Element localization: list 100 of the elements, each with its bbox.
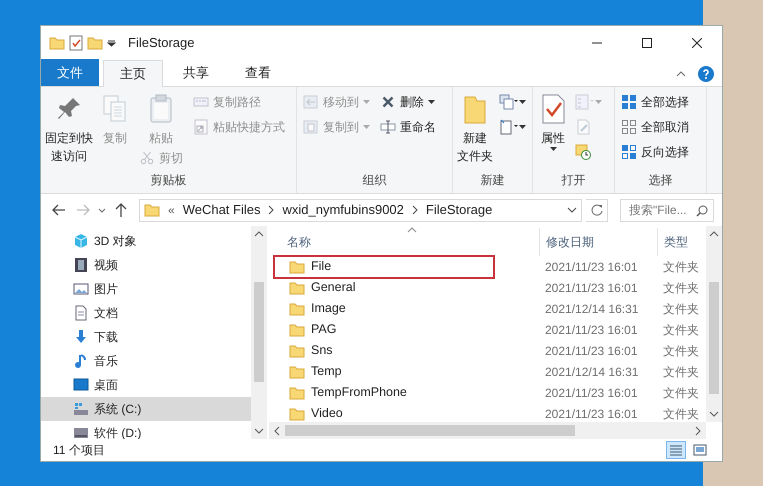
window-title: FileStorage bbox=[128, 34, 194, 52]
breadcrumb-overflow[interactable]: « bbox=[168, 201, 175, 219]
ribbon-button[interactable]: 删除 bbox=[376, 91, 440, 113]
address-field[interactable]: « WeChat Files wxid_nymfubins9002 FileStorage bbox=[139, 198, 582, 222]
collapse-ribbon-icon[interactable] bbox=[676, 71, 686, 77]
chevron-right-icon bbox=[412, 205, 418, 215]
folder-icon bbox=[289, 322, 305, 338]
column-header[interactable]: 修改日期 bbox=[546, 233, 594, 251]
column-header[interactable]: 类型 bbox=[664, 233, 688, 251]
dropdown-caret-icon[interactable] bbox=[567, 207, 578, 213]
history-icon bbox=[575, 144, 591, 160]
name-cell[interactable]: Temp bbox=[273, 360, 495, 384]
ribbon-button[interactable]: 固定到快 速访问 bbox=[43, 91, 95, 165]
folder-icon bbox=[289, 300, 305, 316]
details-view-button[interactable] bbox=[666, 441, 686, 459]
ribbon-tab[interactable]: 共享 bbox=[167, 59, 225, 86]
chevron-right-icon bbox=[268, 205, 274, 215]
breadcrumb-item[interactable]: wxid_nymfubins9002 bbox=[282, 200, 404, 220]
folder-icon bbox=[289, 384, 305, 400]
ribbon-button[interactable]: 反向选择 bbox=[617, 141, 693, 163]
name-cell[interactable]: Video bbox=[273, 402, 495, 422]
type-cell-text: 文件夹 bbox=[663, 322, 699, 338]
rename-icon bbox=[380, 119, 396, 135]
folder-icon bbox=[289, 342, 305, 358]
type-cell-text: 文件夹 bbox=[663, 342, 699, 360]
nav-item[interactable]: 图片 bbox=[41, 277, 251, 301]
name-cell[interactable]: Sns bbox=[273, 338, 495, 362]
date-cell-text: 2021/11/23 16:01 bbox=[545, 406, 639, 422]
column-header[interactable]: 名称 bbox=[287, 233, 311, 251]
select-all-icon bbox=[621, 94, 637, 110]
date-cell-text: 2021/11/23 16:01 bbox=[545, 384, 639, 402]
scroll-thumb[interactable] bbox=[709, 282, 719, 394]
name-cell[interactable]: Image bbox=[273, 296, 495, 320]
ribbon-tab[interactable]: 查看 bbox=[229, 59, 287, 86]
drive-icon bbox=[73, 401, 89, 417]
new-item-icon bbox=[499, 94, 519, 110]
folder-icon bbox=[144, 202, 160, 218]
nav-item[interactable]: 3D 对象 bbox=[41, 229, 251, 253]
ribbon-button[interactable]: 全部选择 bbox=[617, 91, 693, 113]
nav-item[interactable]: 系统 (C:) bbox=[41, 397, 251, 421]
type-cell-text: 文件夹 bbox=[663, 364, 699, 380]
date-cell-text: 2021/11/23 16:01 bbox=[545, 280, 639, 296]
film-icon bbox=[73, 257, 89, 273]
open-with-icon bbox=[575, 94, 595, 110]
ribbon-button[interactable]: 重命名 bbox=[376, 116, 440, 138]
ribbon-group-label: 选择 bbox=[648, 172, 674, 189]
refresh-icon bbox=[590, 204, 603, 216]
dropdown-caret-icon[interactable] bbox=[107, 38, 116, 46]
ribbon-button[interactable]: 新建 文件夹 bbox=[455, 91, 495, 165]
maximize-icon bbox=[642, 38, 652, 48]
scrollbar[interactable] bbox=[706, 226, 722, 422]
name-cell[interactable]: PAG bbox=[273, 318, 495, 342]
nav-item[interactable]: 桌面 bbox=[41, 373, 251, 397]
scissors-icon bbox=[139, 150, 155, 166]
picture-icon bbox=[73, 281, 89, 297]
document-new-icon bbox=[499, 119, 519, 135]
cube-icon bbox=[73, 233, 89, 249]
name-cell[interactable]: General bbox=[273, 276, 495, 300]
date-cell-text: 2021/11/23 16:01 bbox=[545, 322, 639, 338]
select-none-icon bbox=[621, 119, 637, 135]
ribbon-group-label: 剪贴板 bbox=[150, 172, 188, 189]
date-cell-text: 2021/11/23 16:01 bbox=[545, 342, 639, 360]
nav-item[interactable]: 文档 bbox=[41, 301, 251, 325]
name-cell[interactable]: File bbox=[273, 254, 495, 278]
name-cell[interactable]: TempFromPhone bbox=[273, 380, 495, 404]
invert-selection-icon bbox=[621, 144, 637, 160]
date-cell-text: 2021/12/14 16:31 bbox=[545, 364, 640, 380]
nav-item[interactable]: 视频 bbox=[41, 253, 251, 277]
copy-to-icon bbox=[303, 119, 319, 135]
ribbon-tab[interactable]: 主页 bbox=[103, 60, 163, 87]
nav-item[interactable]: 音乐 bbox=[41, 349, 251, 373]
ribbon-group-label: 新建 bbox=[480, 172, 506, 189]
file-menu-tab[interactable]: 文件 bbox=[41, 59, 99, 86]
checklist-icon[interactable] bbox=[69, 34, 83, 50]
folder-icon bbox=[289, 364, 305, 380]
ribbon-button[interactable]: 属性 bbox=[535, 91, 571, 151]
scrollbar[interactable] bbox=[251, 226, 267, 439]
drive-icon bbox=[73, 425, 89, 439]
delete-icon bbox=[380, 94, 396, 110]
breadcrumb-item[interactable]: WeChat Files bbox=[182, 200, 260, 220]
type-cell-text: 文件夹 bbox=[663, 280, 699, 296]
folder-icon bbox=[49, 34, 65, 50]
scrollbar[interactable] bbox=[269, 422, 706, 439]
search-icon bbox=[696, 204, 708, 216]
search-field[interactable]: 搜索"File... bbox=[620, 198, 714, 222]
date-cell-text: 2021/11/23 16:01 bbox=[545, 258, 639, 276]
nav-item[interactable]: 下载 bbox=[41, 325, 251, 349]
move-icon bbox=[303, 94, 319, 110]
ribbon-group-label: 组织 bbox=[362, 172, 388, 189]
edit-icon bbox=[575, 119, 591, 135]
breadcrumb-item[interactable]: FileStorage bbox=[426, 200, 492, 220]
ribbon-button[interactable]: 全部取消 bbox=[617, 116, 693, 138]
help-icon[interactable] bbox=[698, 66, 714, 82]
refresh-button[interactable] bbox=[586, 198, 608, 222]
type-cell-text: 文件夹 bbox=[663, 384, 699, 402]
scroll-thumb[interactable] bbox=[285, 425, 575, 436]
download-arrow-icon bbox=[73, 329, 89, 345]
music-note-icon bbox=[73, 353, 89, 369]
scroll-thumb[interactable] bbox=[254, 282, 264, 382]
type-cell-text: 文件夹 bbox=[663, 258, 699, 276]
